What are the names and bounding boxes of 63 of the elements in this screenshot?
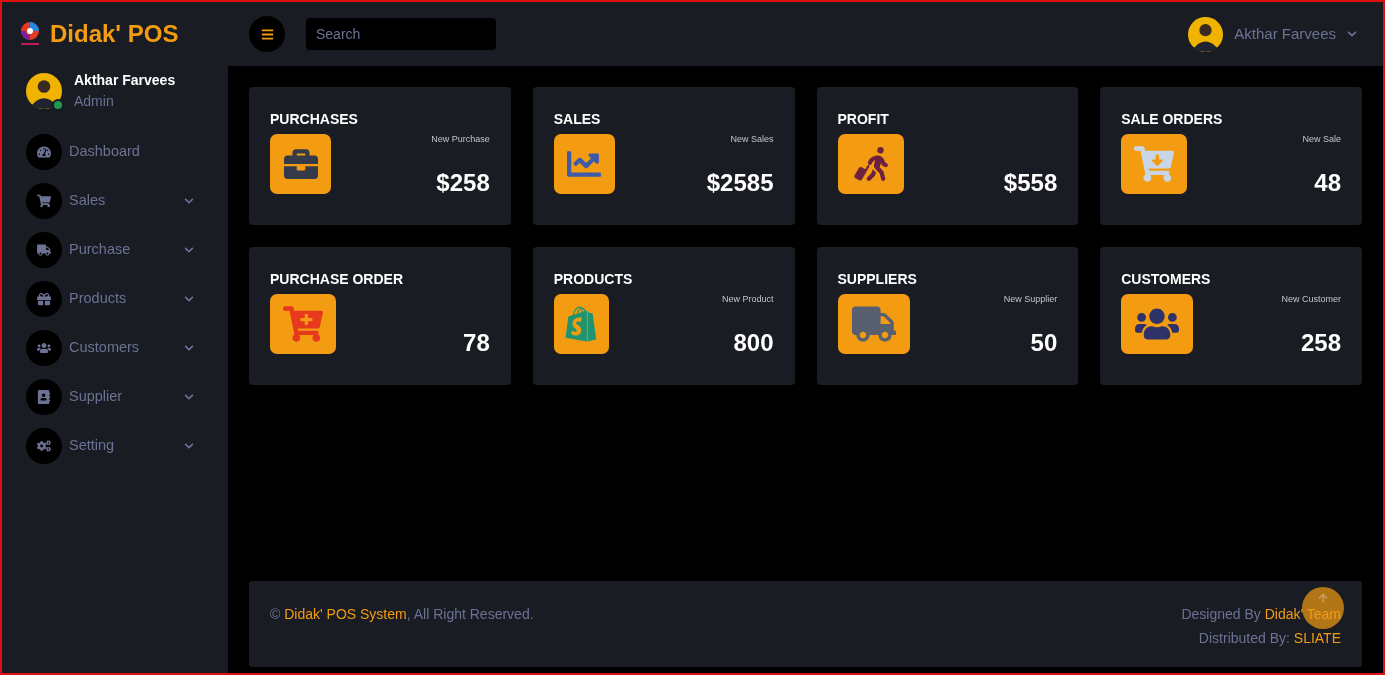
chevron-icon: [1347, 29, 1357, 39]
back-to-top-button[interactable]: [1302, 587, 1344, 629]
arrow-up-icon: [1318, 593, 1328, 603]
copyright-text: © Didak' POS System, All Right Reserved.: [270, 605, 534, 624]
cart-icon: [37, 194, 51, 208]
menu-icon: [260, 27, 274, 41]
card-value: 48: [1314, 167, 1341, 198]
sidebar-item[interactable]: Sales: [26, 183, 194, 219]
card-link[interactable]: New Purchase: [431, 133, 490, 147]
card-title: SALE ORDERS: [1121, 110, 1223, 129]
card-value: 258: [1300, 327, 1341, 358]
footer-link[interactable]: Didak' POS System: [284, 606, 407, 622]
sidebar-item[interactable]: Purchase: [26, 232, 194, 268]
sidebar-item[interactable]: Setting: [26, 428, 194, 464]
designed-by-text: Designed By Didak' Team: [1181, 605, 1341, 624]
search-field[interactable]: Search: [306, 18, 496, 50]
line-chart-icon: [553, 134, 615, 194]
card-link[interactable]: New Sales: [730, 133, 774, 147]
card-title: PURCHASES: [270, 110, 358, 129]
people-icon: [37, 341, 51, 355]
truck-icon: [837, 294, 910, 354]
address-book-icon: [37, 390, 51, 404]
user-menu-name[interactable]: Akthar Farvees: [1234, 22, 1336, 46]
card-value: 800: [733, 327, 774, 358]
menu-button[interactable]: [249, 16, 285, 52]
shopping-bag-icon: [553, 294, 609, 354]
sidebar-item[interactable]: Supplier: [26, 379, 194, 415]
sidebar-item[interactable]: Products: [26, 281, 194, 317]
people-icon: [1121, 294, 1194, 354]
card-value: $558: [1003, 168, 1058, 198]
footer-link[interactable]: SLIATE: [1293, 630, 1341, 646]
truck-icon: [37, 243, 51, 257]
card-title: PROFIT: [837, 110, 889, 129]
user-name: Akthar Farvees: [74, 71, 176, 90]
brand-name: Didak' POS: [50, 19, 179, 49]
card-link[interactable]: New Sale: [1302, 133, 1341, 147]
gears-icon: [37, 439, 51, 453]
gift-icon: [37, 292, 51, 306]
card-title: CUSTOMERS: [1121, 270, 1211, 289]
cart-plus-icon: [270, 294, 336, 354]
card-link[interactable]: New Supplier: [1003, 293, 1058, 307]
card-title: SALES: [553, 110, 601, 129]
cart-down-icon: [1121, 134, 1188, 194]
card-value: 78: [463, 328, 490, 358]
sidebar-item[interactable]: Customers: [26, 330, 194, 366]
card-value: 50: [1030, 327, 1058, 358]
card-link[interactable]: New Customer: [1281, 293, 1341, 307]
avatar: [26, 73, 62, 109]
traveler-icon: [837, 134, 904, 194]
logo-icon: [18, 21, 42, 47]
card-title: SUPPLIERS: [837, 270, 917, 289]
avatar: [1188, 16, 1224, 52]
footer-link[interactable]: Didak' Team: [1264, 606, 1341, 622]
card-link[interactable]: New Product: [721, 293, 774, 307]
card-value: $258: [436, 167, 490, 198]
card-title: PURCHASE ORDER: [270, 270, 403, 289]
card-title: PRODUCTS: [553, 270, 633, 289]
gauge-icon: [37, 145, 51, 159]
sidebar-item[interactable]: Dashboard: [26, 134, 194, 170]
briefcase-icon: [270, 134, 331, 194]
distributed-by-text: Distributed By: SLIATE: [1198, 629, 1341, 648]
card-value: $2585: [706, 167, 774, 198]
user-role: Admin: [74, 92, 115, 111]
